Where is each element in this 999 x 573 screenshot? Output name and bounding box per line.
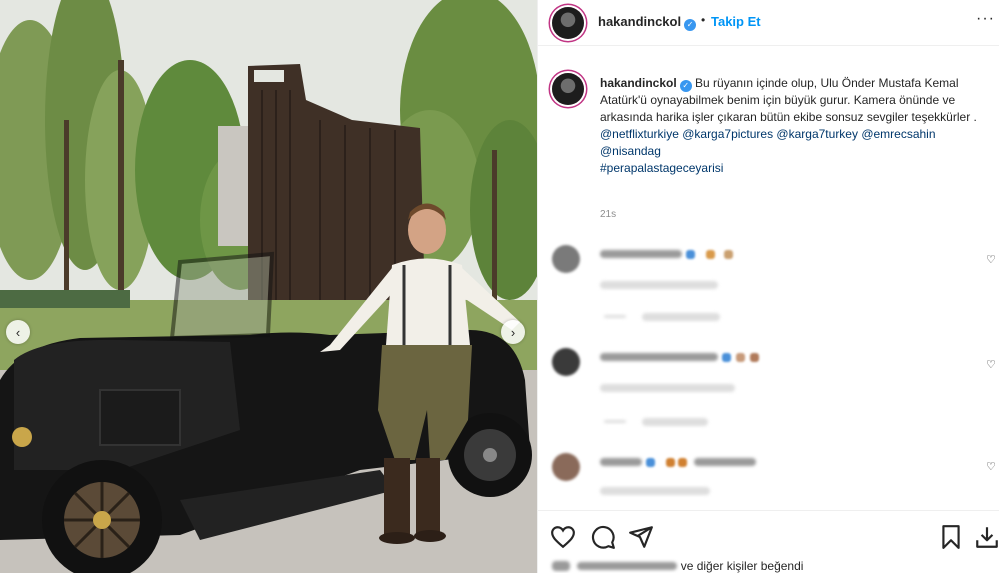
author-username-link[interactable]: hakandinckol ✓ bbox=[598, 14, 697, 31]
post-actions-bar: ve diğer kişiler beğendi bbox=[538, 510, 999, 573]
view-replies-blurred[interactable] bbox=[642, 313, 720, 321]
emoji-icon bbox=[646, 458, 655, 467]
emoji-icon bbox=[678, 458, 687, 467]
author-avatar[interactable] bbox=[552, 7, 584, 39]
view-replies-blurred[interactable] bbox=[642, 418, 708, 426]
emoji-icon bbox=[724, 250, 733, 259]
comment-meta-blurred bbox=[600, 487, 710, 495]
comment-username-blurred[interactable] bbox=[600, 250, 682, 258]
header-separator: • bbox=[701, 13, 706, 27]
post-caption: hakandinckol ✓ Bu rüyanın içinde olup, Ul… bbox=[600, 75, 992, 177]
caption-hashtag[interactable]: #perapalastageceyarisi bbox=[600, 161, 723, 175]
author-username[interactable]: hakandinckol bbox=[598, 14, 681, 29]
liker-username-blurred[interactable] bbox=[577, 562, 678, 570]
comment-item: ♡ bbox=[538, 348, 999, 448]
emoji-icon bbox=[686, 250, 695, 259]
previous-photo-button[interactable]: ‹ bbox=[6, 320, 30, 344]
follow-button[interactable]: Takip Et bbox=[711, 14, 761, 29]
likes-suffix[interactable]: ve diğer kişiler beğendi bbox=[681, 559, 804, 573]
emoji-icon bbox=[706, 250, 715, 259]
comment-bubble-icon[interactable] bbox=[590, 524, 616, 550]
caption-author-avatar[interactable] bbox=[552, 73, 584, 105]
likes-summary: ve diğer kişiler beğendi bbox=[552, 559, 803, 573]
share-send-icon[interactable] bbox=[628, 524, 654, 550]
emoji-icon bbox=[722, 353, 731, 362]
emoji-icon bbox=[750, 353, 759, 362]
post-photo: ‹ › bbox=[0, 0, 537, 573]
caption-username[interactable]: hakandinckol bbox=[600, 76, 677, 90]
next-photo-button[interactable]: › bbox=[501, 320, 525, 344]
photo-scene bbox=[0, 0, 537, 573]
replies-line bbox=[604, 420, 626, 423]
comment-text-blurred bbox=[694, 458, 756, 466]
comment-item: ♡ bbox=[538, 245, 999, 345]
download-icon[interactable] bbox=[974, 524, 999, 550]
caption-mention-nisandag[interactable]: @nisandag bbox=[600, 144, 661, 158]
save-bookmark-icon[interactable] bbox=[938, 524, 964, 550]
emoji-icon bbox=[736, 353, 745, 362]
comment-username-blurred[interactable] bbox=[600, 353, 718, 361]
comment-like-heart-icon[interactable]: ♡ bbox=[986, 460, 996, 473]
comment-like-heart-icon[interactable]: ♡ bbox=[986, 253, 996, 266]
post-sidebar: hakandinckol ✓ • Takip Et ··· hakandincko… bbox=[537, 0, 999, 573]
comment-avatar[interactable] bbox=[552, 348, 580, 376]
more-options-icon[interactable]: ··· bbox=[976, 10, 995, 28]
caption-mentions[interactable]: @netflixturkiye @karga7pictures @karga7t… bbox=[600, 127, 936, 141]
comment-username-blurred[interactable] bbox=[600, 458, 642, 466]
comment-meta-blurred bbox=[600, 384, 735, 392]
comment-avatar[interactable] bbox=[552, 245, 580, 273]
liker-avatar-blurred[interactable] bbox=[552, 561, 570, 571]
caption-timestamp: 21s bbox=[600, 209, 617, 220]
post-header: hakandinckol ✓ • Takip Et ··· bbox=[538, 0, 999, 46]
caption-verified-badge-icon: ✓ bbox=[679, 80, 692, 92]
comment-like-heart-icon[interactable]: ♡ bbox=[986, 358, 996, 371]
like-heart-icon[interactable] bbox=[550, 524, 576, 550]
emoji-icon bbox=[666, 458, 675, 467]
replies-line bbox=[604, 315, 626, 318]
comment-meta-blurred bbox=[600, 281, 718, 289]
verified-badge-icon: ✓ bbox=[684, 19, 697, 31]
comment-avatar[interactable] bbox=[552, 453, 580, 481]
